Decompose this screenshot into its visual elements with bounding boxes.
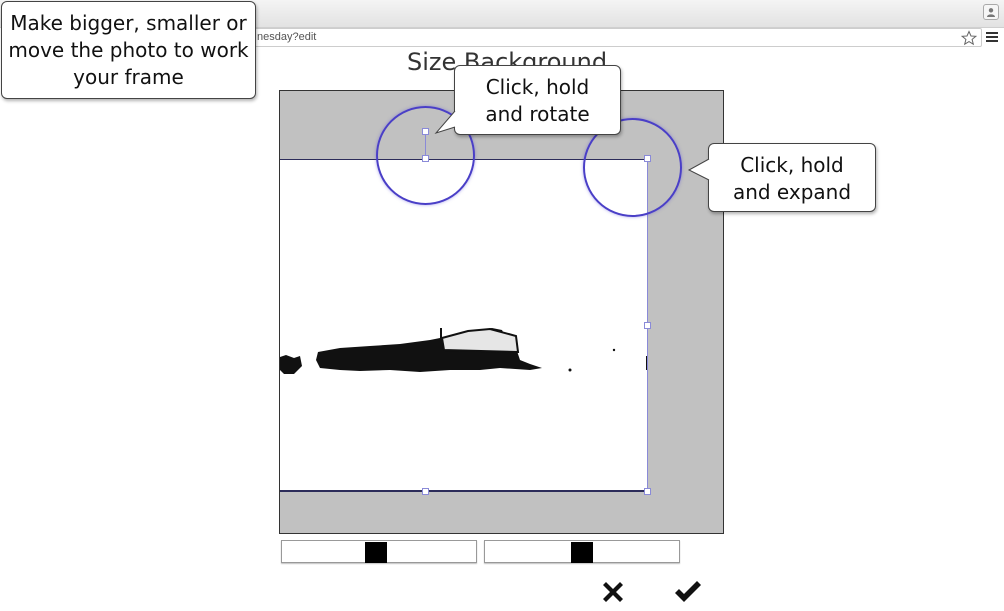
browser-menu-icon[interactable] [986,32,998,44]
bookmark-star-icon[interactable] [961,30,977,46]
scale-slider-knob[interactable] [365,542,387,563]
callout-move-photo-text: Make bigger, smaller or move the photo t… [8,11,249,89]
x-icon[interactable] [598,577,628,607]
user-profile-button[interactable] [983,4,999,20]
check-icon[interactable] [673,577,703,607]
callout-expand-tail [687,158,710,181]
callout-expand: Click, hold and expand [708,143,876,212]
address-bar[interactable]: nesday?edit [230,28,982,47]
rotation-slider[interactable] [484,540,680,563]
background-photo[interactable] [280,159,648,492]
callout-expand-text: Click, hold and expand [732,153,852,204]
rotation-slider-knob[interactable] [571,542,593,563]
callout-rotate: Click, hold and rotate [454,65,621,135]
person-icon [987,8,995,17]
landscape-photo-image [280,327,648,374]
callout-move-photo: Make bigger, smaller or move the photo t… [1,1,256,99]
right-resize-handle[interactable] [644,322,651,329]
url-text: nesday?edit [257,31,317,43]
corner-resize-handle-bottom-right[interactable] [644,488,651,495]
callout-rotate-text: Click, hold and rotate [485,75,590,126]
scale-slider[interactable] [281,540,477,563]
callout-rotate-tail [434,110,456,135]
bottom-resize-handle[interactable] [422,488,429,495]
